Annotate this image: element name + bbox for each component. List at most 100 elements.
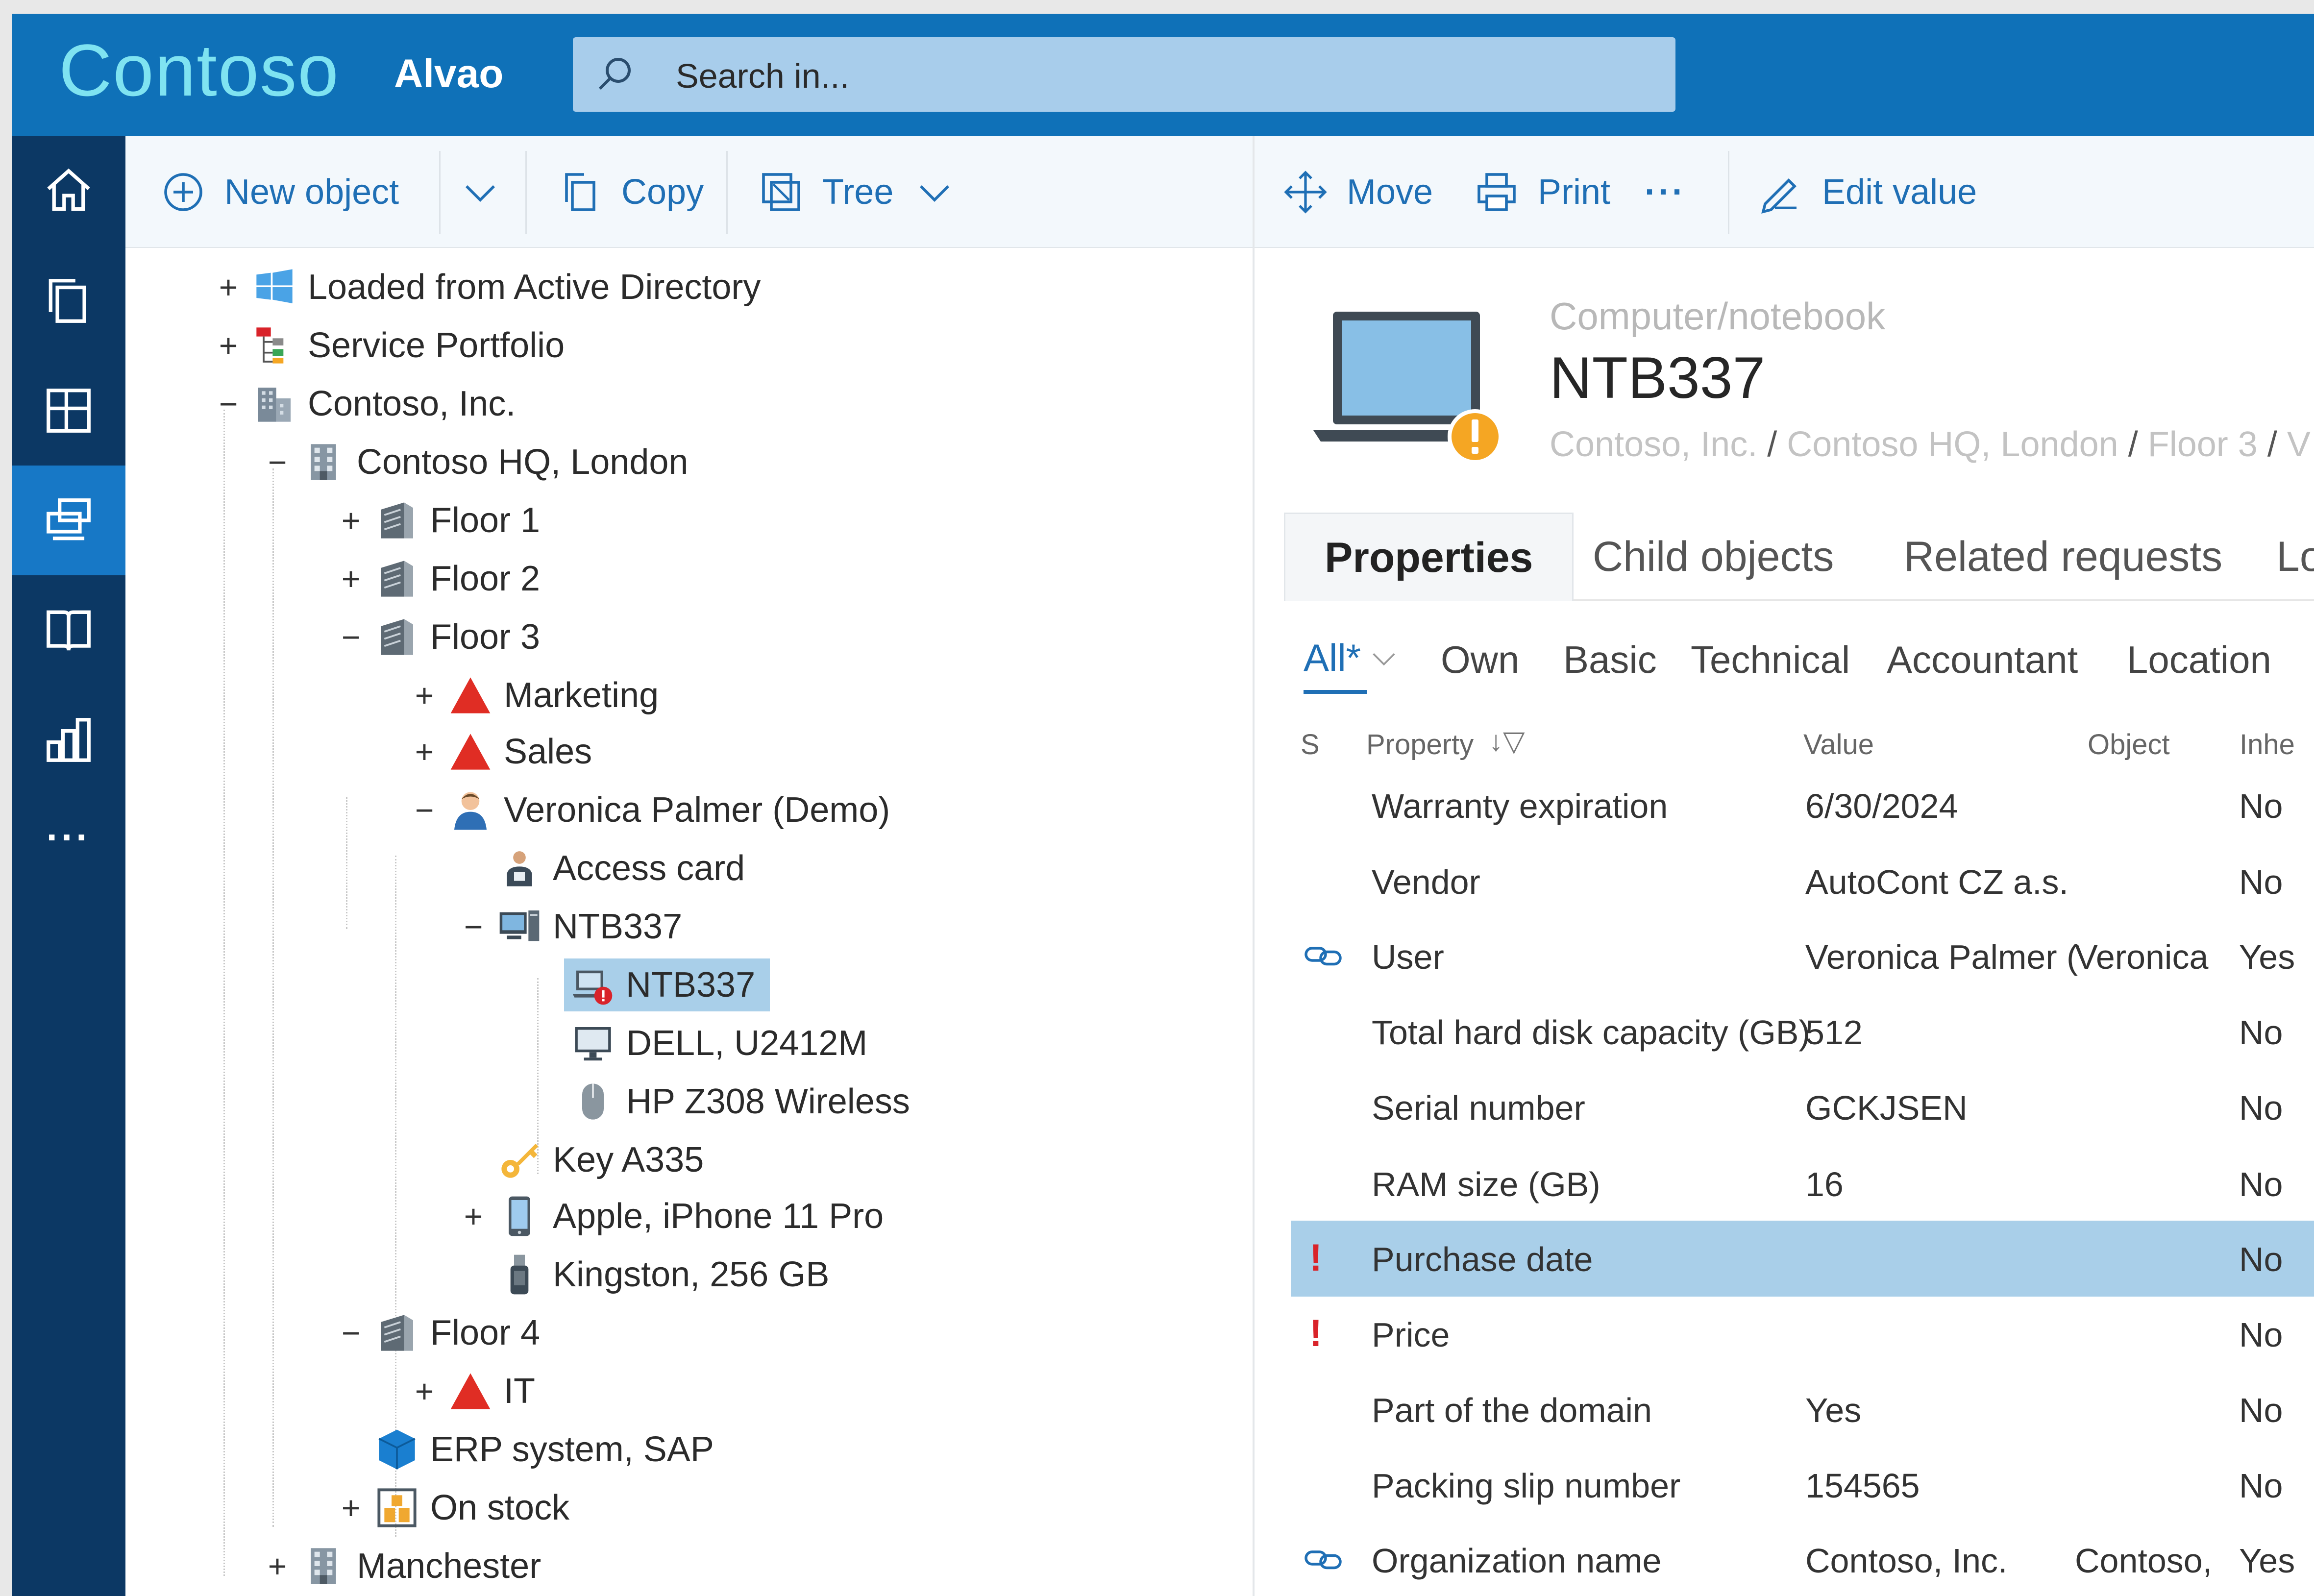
rail-reports[interactable] <box>12 685 125 795</box>
tree-node[interactable]: + Marketing <box>415 667 659 724</box>
property-object[interactable]: Veronica <box>2075 940 2208 974</box>
rail-book[interactable] <box>12 575 125 685</box>
collapse-toggle[interactable]: − <box>260 443 295 481</box>
breadcrumb-item[interactable]: Contoso HQ, London <box>1787 425 2118 464</box>
property-value[interactable]: Yes <box>1805 1393 1861 1427</box>
tree-node[interactable]: + Loaded from Active Directory <box>219 259 761 316</box>
column-property[interactable]: Property <box>1366 728 1474 761</box>
print-button[interactable]: Print <box>1473 136 1610 248</box>
tree-node[interactable]: Access card <box>498 840 745 897</box>
expand-toggle[interactable]: + <box>407 677 442 714</box>
property-value[interactable]: Veronica Palmer ( <box>1805 940 2078 974</box>
filter-own[interactable]: Own <box>1441 625 1519 694</box>
tab-related-requests[interactable]: Related requests <box>1904 513 2222 601</box>
property-row[interactable]: ! Price No <box>1291 1296 2314 1372</box>
tree-node[interactable]: DELL, U2412M <box>571 1015 867 1072</box>
tree-node-selected[interactable]: NTB337 <box>564 957 770 1013</box>
tree-node[interactable]: − Floor 4 <box>342 1304 540 1361</box>
brand-logo[interactable]: Contoso <box>59 33 340 107</box>
property-row[interactable]: Vendor AutoCont CZ a.s. No <box>1291 843 2314 919</box>
property-row[interactable]: Organization name Contoso, Inc. Contoso, Ye… <box>1291 1522 2314 1596</box>
property-row[interactable]: User Veronica Palmer (Veronica Yes <box>1291 918 2314 994</box>
new-object-dropdown[interactable] <box>457 136 504 248</box>
property-value[interactable]: Contoso, Inc. <box>1805 1544 2007 1578</box>
expand-toggle[interactable]: + <box>334 560 368 597</box>
tab-properties[interactable]: Properties <box>1284 513 1574 601</box>
column-inherited[interactable]: Inhe <box>2240 728 2295 761</box>
property-row[interactable]: Part of the domain Yes No <box>1291 1372 2314 1448</box>
property-row[interactable]: Total hard disk capacity (GB) 512 No <box>1291 994 2314 1070</box>
tree-node[interactable]: Key A335 <box>498 1131 704 1188</box>
filter-location[interactable]: Location <box>2127 625 2271 694</box>
expand-toggle[interactable]: + <box>334 1489 368 1526</box>
collapse-toggle[interactable]: − <box>211 385 246 422</box>
move-button[interactable]: Move <box>1282 136 1433 248</box>
property-row[interactable]: ! Purchase date No <box>1291 1221 2314 1297</box>
collapse-toggle[interactable]: − <box>334 618 368 656</box>
filter-technical[interactable]: Technical <box>1691 625 1850 694</box>
new-object-button[interactable]: New object <box>160 136 399 248</box>
property-row[interactable]: Serial number GCKJSEN No <box>1291 1069 2314 1145</box>
tree-button[interactable]: Tree <box>758 136 958 248</box>
filter-all[interactable]: All* <box>1304 625 1367 694</box>
edit-value-button[interactable]: Edit value <box>1757 136 1977 248</box>
tree-node[interactable]: + IT <box>415 1363 535 1420</box>
expand-toggle[interactable]: + <box>456 1198 491 1235</box>
more-actions-button[interactable]: ··· <box>1645 136 1686 248</box>
tree-node[interactable]: − Contoso, Inc. <box>219 375 516 432</box>
property-row[interactable]: Warranty expiration 6/30/2024 No <box>1291 767 2314 843</box>
property-value[interactable]: 6/30/2024 <box>1805 789 1958 823</box>
rail-copy-pages[interactable] <box>12 246 125 356</box>
rail-home[interactable] <box>12 136 125 246</box>
column-status[interactable]: S <box>1301 728 1320 761</box>
expand-toggle[interactable]: + <box>211 269 246 306</box>
property-value[interactable]: GCKJSEN <box>1805 1091 1968 1125</box>
expand-toggle[interactable]: + <box>407 1373 442 1410</box>
tree-node[interactable]: + Sales <box>415 723 592 780</box>
chevron-down-icon[interactable] <box>1368 647 1400 671</box>
expand-toggle[interactable]: + <box>334 502 368 539</box>
rail-dashboard[interactable] <box>12 356 125 466</box>
tree-node[interactable]: + Floor 1 <box>342 492 540 549</box>
rail-more[interactable]: ... <box>12 795 125 905</box>
expand-toggle[interactable]: + <box>260 1547 295 1585</box>
search-input[interactable]: Search in... <box>676 59 849 93</box>
tree-node[interactable]: Kingston, 256 GB <box>498 1246 829 1303</box>
tree-node[interactable]: − Contoso HQ, London <box>268 434 689 491</box>
property-value[interactable]: 154565 <box>1805 1469 1920 1503</box>
breadcrumb-item[interactable]: V <box>2287 425 2311 464</box>
collapse-toggle[interactable]: − <box>407 791 442 829</box>
property-row[interactable]: Packing slip number 154565 No <box>1291 1447 2314 1523</box>
collapse-toggle[interactable]: − <box>456 908 491 945</box>
tree-node[interactable]: + Apple, iPhone 11 Pro <box>464 1188 884 1245</box>
tree-node[interactable]: + On stock <box>342 1479 569 1536</box>
property-row[interactable]: RAM size (GB) 16 No <box>1291 1146 2314 1222</box>
breadcrumb-item[interactable]: Contoso, Inc. <box>1550 425 1757 464</box>
filter-accountant[interactable]: Accountant <box>1887 625 2078 694</box>
column-value[interactable]: Value <box>1803 728 1874 761</box>
tree-node[interactable]: − Veronica Palmer (Demo) <box>415 782 890 838</box>
tree-node[interactable]: − Floor 3 <box>342 609 540 665</box>
column-object[interactable]: Object <box>2088 728 2170 761</box>
tree-node[interactable]: + Manchester <box>268 1538 541 1595</box>
rail-assets[interactable] <box>12 466 125 575</box>
tree-node[interactable]: − NTB337 <box>464 898 682 955</box>
sort-filter-icon[interactable]: ↓▽ <box>1489 724 1525 758</box>
property-value[interactable]: AutoCont CZ a.s. <box>1805 865 2068 899</box>
tree-node[interactable]: + Floor 2 <box>342 550 540 607</box>
collapse-toggle[interactable]: − <box>334 1314 368 1351</box>
property-value[interactable]: 16 <box>1805 1167 1844 1202</box>
breadcrumb-item[interactable]: Floor 3 <box>2148 425 2258 464</box>
copy-button[interactable]: Copy <box>557 136 704 248</box>
filter-basic[interactable]: Basic <box>1563 625 1657 694</box>
search-box[interactable]: Search in... <box>573 37 1675 112</box>
tab-log[interactable]: Lo <box>2276 513 2314 601</box>
property-object[interactable]: Contoso, <box>2075 1544 2212 1578</box>
tree-node[interactable]: ERP system, SAP <box>375 1421 714 1478</box>
property-value[interactable]: 512 <box>1805 1015 1863 1050</box>
tree-node[interactable]: + Service Portfolio <box>219 317 565 374</box>
expand-toggle[interactable]: + <box>407 733 442 770</box>
tab-child-objects[interactable]: Child objects <box>1593 513 1834 601</box>
tree-node[interactable]: HP Z308 Wireless <box>571 1073 910 1130</box>
expand-toggle[interactable]: + <box>211 327 246 364</box>
